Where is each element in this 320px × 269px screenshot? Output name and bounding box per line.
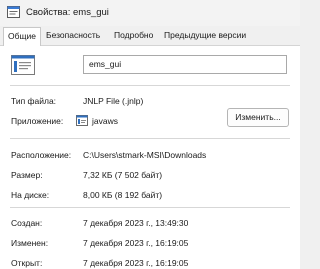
jnlp-file-icon xyxy=(11,55,35,75)
created-value: 7 декабря 2023 г., 13:49:30 xyxy=(83,218,189,228)
location-label: Расположение: xyxy=(11,150,72,160)
divider xyxy=(10,85,290,86)
opened-value: 7 декабря 2023 г., 16:19:05 xyxy=(83,258,189,268)
disk-size-value: 8,00 КБ (8 192 байт) xyxy=(83,190,163,200)
tab-previous-versions[interactable]: Предыдущие версии xyxy=(160,27,250,45)
properties-icon xyxy=(7,6,20,18)
modified-label: Изменен: xyxy=(11,238,49,248)
general-panel: ems_gui Тип файла: JNLP File (.jnlp) При… xyxy=(0,45,300,269)
tab-security[interactable]: Безопасность xyxy=(42,27,104,45)
divider xyxy=(10,138,290,139)
app-label: Приложение: xyxy=(11,116,64,126)
modified-value: 7 декабря 2023 г., 16:19:05 xyxy=(83,238,189,248)
app-value: javaws xyxy=(92,116,118,126)
size-label: Размер: xyxy=(11,170,43,180)
file-name-input[interactable]: ems_gui xyxy=(83,55,287,74)
location-value: C:\Users\stmark-MSI\Downloads xyxy=(83,150,207,160)
divider xyxy=(10,207,290,208)
javaws-app-icon xyxy=(76,115,88,126)
file-type-label: Тип файла: xyxy=(11,96,57,106)
tab-general[interactable]: Общие xyxy=(3,27,41,46)
opened-label: Открыт: xyxy=(11,258,43,268)
tab-strip: Общие Безопасность Подробно Предыдущие в… xyxy=(0,27,300,46)
tab-details[interactable]: Подробно xyxy=(110,27,157,45)
disk-size-label: На диске: xyxy=(11,190,50,200)
change-button[interactable]: Изменить... xyxy=(227,108,289,127)
size-value: 7,32 КБ (7 502 байт) xyxy=(83,170,163,180)
title-bar: Свойства: ems_gui xyxy=(0,0,300,26)
file-type-value: JNLP File (.jnlp) xyxy=(83,96,144,106)
window-title: Свойства: ems_gui xyxy=(26,7,109,18)
created-label: Создан: xyxy=(11,218,43,228)
